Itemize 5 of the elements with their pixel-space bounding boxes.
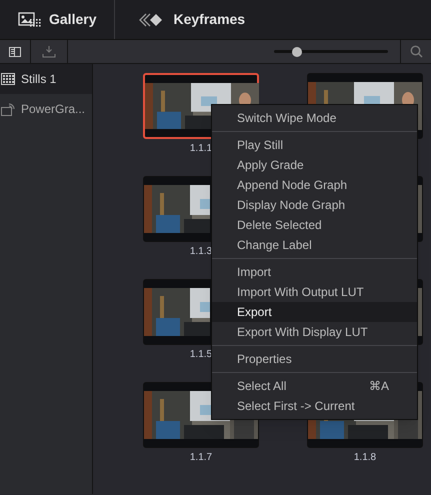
still-label: 1.1.8 <box>354 451 376 465</box>
still-label: 1.1.1 <box>190 142 212 156</box>
still-label: 1.1.5 <box>190 348 212 362</box>
still-label: 1.1.7 <box>190 451 212 465</box>
shortcut-label: ⌘A <box>368 378 389 395</box>
